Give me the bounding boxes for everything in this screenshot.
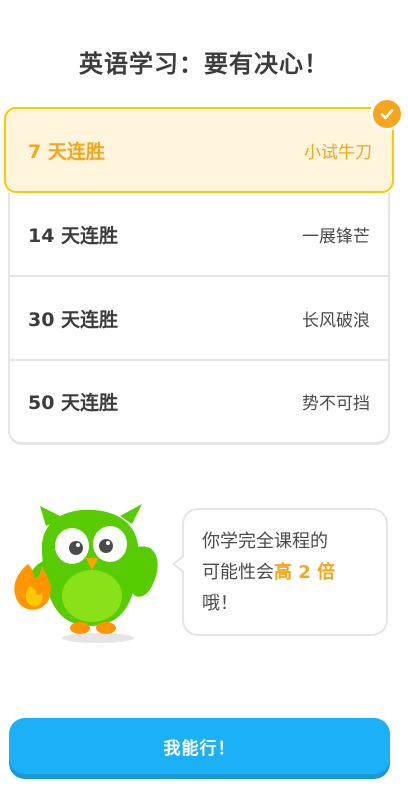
goal-options-list: 7 天连胜 小试牛刀 14 天连胜 一展锋芒 30 天连胜 长风破浪 50 天连… — [4, 97, 404, 445]
owl-mascot-icon — [14, 504, 158, 643]
mascot-section: 你学完全课程的 可能性会高 2 倍 哦！ — [0, 500, 408, 650]
goal-streak-label: 50 天连胜 — [28, 392, 119, 414]
bubble-line-1: 你学完全课程的 — [202, 531, 328, 552]
goal-option-7-days[interactable]: 7 天连胜 小试牛刀 — [4, 97, 404, 193]
page-title: 英语学习：要有决心！ — [79, 50, 329, 78]
goal-option-30-days[interactable]: 30 天连胜 长风破浪 — [8, 277, 390, 361]
confirm-button[interactable]: 我能行！ — [9, 718, 390, 774]
goal-level-label: 势不可挡 — [302, 394, 370, 414]
bubble-line-3: 哦！ — [202, 593, 238, 614]
goal-option-50-days[interactable]: 50 天连胜 势不可挡 — [8, 361, 390, 445]
goal-level-label: 一展锋芒 — [302, 226, 370, 247]
goal-streak-label: 7 天连胜 — [28, 140, 105, 163]
goal-setting-screen: 英语学习：要有决心！ 7 天连胜 小试牛刀 14 天连胜 一展锋芒 30 天连胜… — [0, 0, 408, 792]
goal-level-label: 长风破浪 — [302, 310, 370, 331]
bubble-highlight: 高 2 倍 — [274, 562, 336, 583]
goal-streak-label: 30 天连胜 — [28, 308, 119, 331]
goal-option-14-days[interactable]: 14 天连胜 一展锋芒 — [8, 193, 390, 277]
goal-level-label: 小试牛刀 — [304, 142, 372, 163]
bubble-line-2-prefix: 可能性会 — [202, 562, 274, 583]
speech-bubble: 你学完全课程的 可能性会高 2 倍 哦！ — [172, 508, 388, 636]
goal-streak-label: 14 天连胜 — [28, 224, 119, 247]
check-icon — [370, 97, 404, 131]
speech-bubble-tail — [172, 554, 185, 574]
encouragement-text: 你学完全课程的 可能性会高 2 倍 哦！ — [202, 526, 372, 619]
